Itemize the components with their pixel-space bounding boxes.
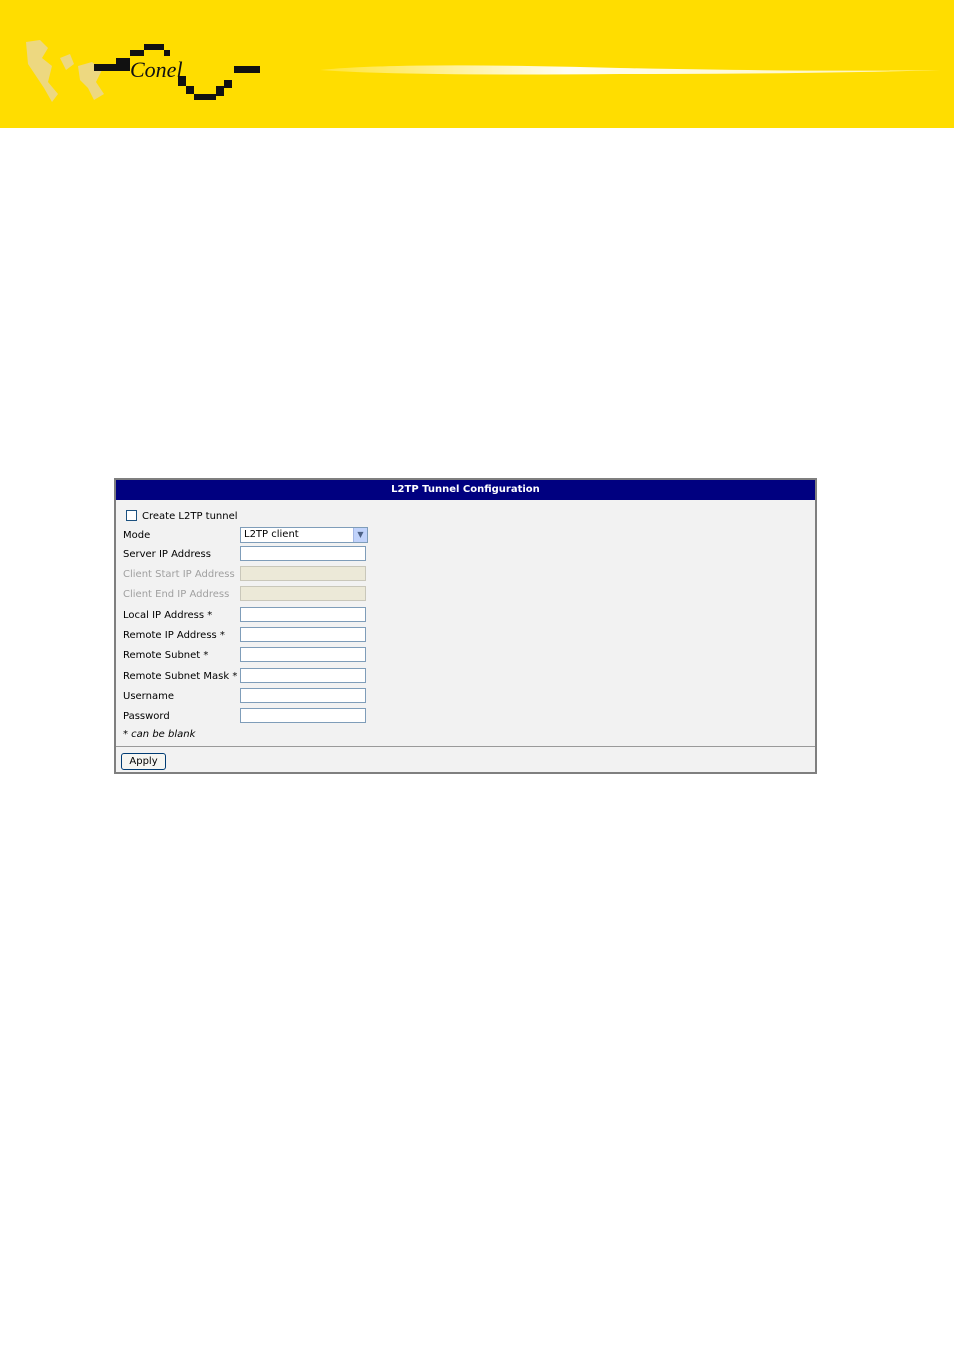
- logo-text: Conel: [130, 57, 183, 82]
- remote-subnet-label: Remote Subnet *: [123, 650, 209, 661]
- local-ip-input[interactable]: [240, 607, 366, 622]
- server-ip-label: Server IP Address: [123, 549, 211, 560]
- password-label: Password: [123, 711, 170, 722]
- server-ip-input[interactable]: [240, 546, 366, 561]
- client-start-ip-label: Client Start IP Address: [123, 569, 235, 580]
- remote-ip-label: Remote IP Address *: [123, 630, 225, 641]
- chevron-down-icon[interactable]: ▼: [353, 528, 367, 542]
- local-ip-label: Local IP Address *: [123, 610, 213, 621]
- banner-swoosh: [320, 65, 940, 75]
- client-end-ip-label: Client End IP Address: [123, 589, 230, 600]
- blank-note: * can be blank: [123, 729, 196, 740]
- client-start-ip-input: [240, 566, 366, 581]
- mode-label: Mode: [123, 530, 151, 541]
- panel-title: L2TP Tunnel Configuration: [116, 480, 815, 500]
- remote-subnet-mask-label: Remote Subnet Mask *: [123, 671, 238, 682]
- apply-button[interactable]: Apply: [121, 753, 166, 770]
- create-l2tp-checkbox-row[interactable]: Create L2TP tunnel: [126, 510, 238, 522]
- footer-divider: [116, 746, 815, 747]
- client-end-ip-input: [240, 586, 366, 601]
- create-l2tp-label: Create L2TP tunnel: [142, 511, 238, 522]
- mode-select[interactable]: L2TP client ▼: [240, 527, 368, 543]
- username-label: Username: [123, 691, 174, 702]
- mode-select-value: L2TP client: [244, 529, 299, 540]
- l2tp-config-panel: L2TP Tunnel Configuration Create L2TP tu…: [114, 478, 817, 774]
- remote-subnet-mask-input[interactable]: [240, 668, 366, 683]
- remote-ip-input[interactable]: [240, 627, 366, 642]
- create-l2tp-checkbox[interactable]: [126, 510, 137, 521]
- conel-logo: Conel: [26, 40, 260, 102]
- password-input[interactable]: [240, 708, 366, 723]
- username-input[interactable]: [240, 688, 366, 703]
- remote-subnet-input[interactable]: [240, 647, 366, 662]
- header-banner: Conel: [0, 0, 954, 128]
